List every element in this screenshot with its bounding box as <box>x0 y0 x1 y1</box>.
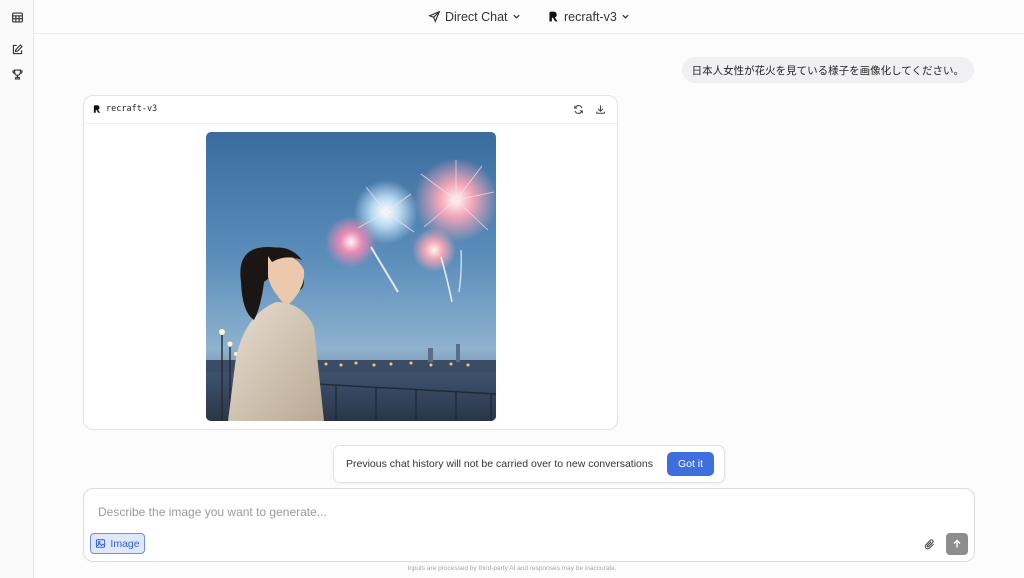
download-icon[interactable] <box>594 103 607 116</box>
arrow-up-icon <box>953 539 961 548</box>
response-model-tag: recraft-v3 <box>92 104 157 114</box>
sidebar <box>0 0 34 578</box>
mode-label: Direct Chat <box>445 9 508 24</box>
generated-image[interactable] <box>206 132 496 421</box>
notice-text: Previous chat history will not be carrie… <box>346 458 653 470</box>
model-label: recraft-v3 <box>564 9 617 24</box>
history-notice: Previous chat history will not be carrie… <box>333 445 725 483</box>
top-bar: Direct Chat recraft-v3 <box>34 0 1024 34</box>
response-model-name: recraft-v3 <box>106 104 158 114</box>
send-plane-icon <box>428 10 441 23</box>
edit-icon[interactable] <box>9 41 25 57</box>
user-message: 日本人女性が花火を見ている様子を画像化してください。 <box>681 57 974 83</box>
chevron-down-icon <box>512 14 520 19</box>
image-icon <box>96 539 106 548</box>
response-card: recraft-v3 <box>83 95 618 430</box>
recraft-logo-icon <box>93 105 101 113</box>
chevron-down-icon <box>622 14 629 19</box>
recraft-logo-icon <box>549 11 558 22</box>
attach-icon[interactable] <box>922 537 936 551</box>
prompt-input[interactable] <box>96 501 900 523</box>
image-chip-label: Image <box>110 537 140 550</box>
table-icon[interactable] <box>9 9 25 25</box>
got-it-button[interactable]: Got it <box>667 452 714 476</box>
response-header: recraft-v3 <box>84 96 617 124</box>
disclaimer: Inputs are processed by third-party AI a… <box>407 565 617 572</box>
send-button[interactable] <box>946 533 968 555</box>
image-mode-button[interactable]: Image <box>90 533 145 554</box>
trophy-icon[interactable] <box>9 66 25 82</box>
model-selector[interactable]: recraft-v3 <box>547 8 630 25</box>
composer: Image <box>83 488 975 562</box>
mode-selector[interactable]: Direct Chat <box>428 8 521 25</box>
refresh-icon[interactable] <box>572 103 585 116</box>
